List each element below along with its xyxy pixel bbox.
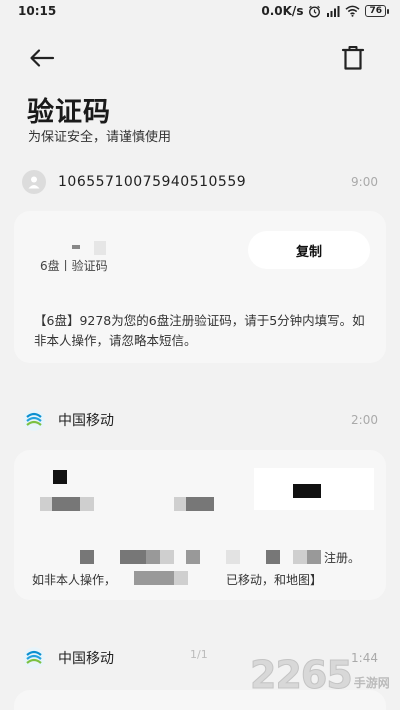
status-time: 10:15 (18, 4, 57, 18)
redaction-block (134, 571, 174, 585)
status-icons: 0.0K/s 76 (261, 4, 389, 18)
arrow-left-icon (30, 49, 55, 67)
redaction-block (160, 550, 174, 564)
page-indicator: 1/1 (190, 648, 208, 661)
avatar (22, 170, 46, 194)
message-fragment: 注册。 (324, 551, 361, 565)
watermark-label: 手游网 (353, 676, 390, 690)
watermark-number: 2265 (250, 653, 354, 697)
code-meta-label: 6盘丨验证码 (40, 259, 108, 273)
sender-row[interactable]: 中国移动 2:00 (22, 405, 378, 435)
person-icon (28, 176, 40, 189)
watermark-logo: 2265 手游网 (250, 653, 390, 697)
page-subtitle: 为保证安全，请谨慎使用 (28, 130, 172, 145)
sender-number: 10655710075940510559 (58, 174, 247, 190)
wifi-icon (345, 5, 360, 17)
redaction-block (186, 497, 214, 511)
redaction-block (52, 497, 80, 511)
back-button[interactable] (28, 46, 56, 70)
redaction-block (146, 550, 160, 564)
message-card[interactable]: 6盘丨验证码 复制 【6盘】9278为您的6盘注册验证码，请于5分钟内填写。如非… (14, 211, 386, 363)
battery-icon: 76 (365, 5, 389, 17)
alarm-icon (309, 5, 321, 17)
trash-icon (341, 46, 365, 70)
redaction-block (307, 550, 321, 564)
network-speed: 0.0K/s (261, 4, 304, 18)
redaction-block (40, 497, 52, 511)
redaction-block (266, 550, 280, 564)
message-card[interactable]: 注册。 如非本人操作， 已移动，和地图】 (14, 450, 386, 600)
message-time: 9:00 (351, 175, 378, 189)
sender-row[interactable]: 10655710075940510559 9:00 (22, 167, 378, 197)
redaction-block (174, 497, 186, 511)
status-bar: 10:15 0.0K/s 76 (0, 0, 400, 22)
redaction-block (120, 550, 146, 564)
message-fragment: 如非本人操作， (32, 573, 117, 587)
page-title: 验证码 (27, 97, 111, 128)
verification-code-redacted (60, 241, 110, 255)
top-bar (0, 38, 400, 78)
signal-icon (327, 6, 340, 17)
message-time: 2:00 (351, 413, 378, 427)
china-mobile-logo-icon (23, 647, 45, 669)
redaction-block (53, 470, 67, 484)
redaction-block (80, 497, 94, 511)
redaction-block (226, 550, 240, 564)
redaction-block (293, 484, 321, 498)
sender-name: 中国移动 (58, 413, 114, 429)
redaction-block (293, 550, 307, 564)
message-fragment: 已移动，和地图】 (226, 573, 323, 587)
redaction-block (186, 550, 200, 564)
delete-button[interactable] (340, 44, 366, 72)
redaction-block (174, 571, 188, 585)
china-mobile-logo-icon (23, 409, 45, 431)
redaction-block (80, 550, 94, 564)
copy-button[interactable]: 复制 (248, 231, 370, 269)
message-body: 【6盘】9278为您的6盘注册验证码，请于5分钟内填写。如非本人操作，请忽略本短… (34, 313, 365, 348)
